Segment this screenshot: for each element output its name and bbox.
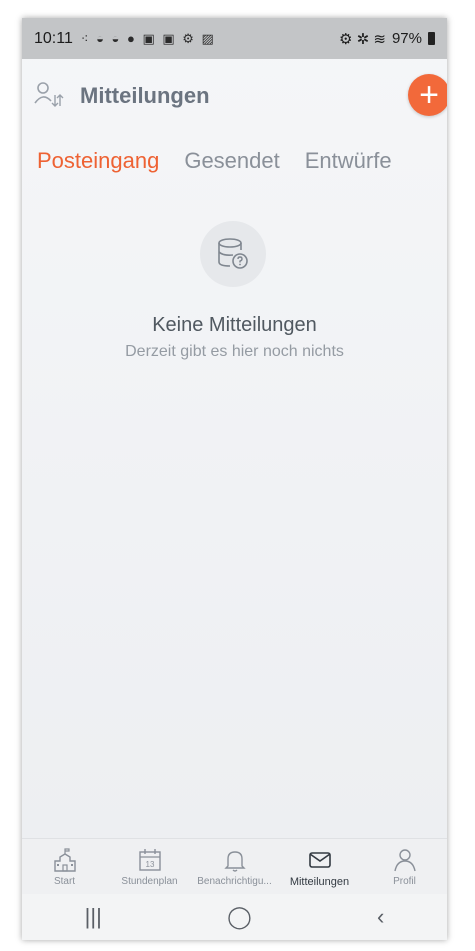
status-time: 10:11 — [34, 29, 73, 47]
database-question-icon — [218, 238, 248, 269]
nav-label-profile: Profil — [393, 876, 416, 887]
person-icon — [393, 849, 416, 872]
notification-icons: ⁖ ◒ ◒ ● ▣ ▣ ⚙ ▨ — [80, 30, 216, 46]
empty-state-subtitle: Derzeit gibt es hier noch nichts — [125, 343, 344, 360]
message-tabs: Posteingang Gesendet Entwürfe — [37, 148, 392, 174]
status-bar: 10:11 ⁖ ◒ ◒ ● ▣ ▣ ⚙ ▨ ⚙ ✲ ≋ 97% — [22, 18, 447, 59]
system-navigation-bar: ||| ◯ ‹ — [22, 894, 447, 940]
plus-icon: + — [419, 76, 439, 114]
battery-icon — [428, 32, 435, 45]
tab-inbox[interactable]: Posteingang — [37, 148, 159, 174]
battery-level: 97% — [391, 30, 422, 47]
calendar-icon: 13 — [138, 849, 161, 871]
envelope-icon — [308, 852, 331, 868]
tab-sent[interactable]: Gesendet — [184, 148, 279, 174]
bell-icon — [223, 851, 246, 872]
home-button[interactable]: ◯ — [227, 904, 252, 930]
user-switch-icon[interactable] — [34, 81, 64, 109]
nav-notifications[interactable]: Benachrichtigu... — [192, 839, 277, 895]
nav-label-notifications: Benachrichtigu... — [197, 876, 272, 887]
school-icon — [53, 848, 76, 872]
back-button[interactable]: ‹ — [377, 904, 384, 930]
phone-screen: 10:11 ⁖ ◒ ◒ ● ▣ ▣ ⚙ ▨ ⚙ ✲ ≋ 97% Mitteilu… — [22, 18, 447, 940]
recents-button[interactable]: ||| — [85, 904, 102, 930]
system-icons: ⚙ ✲ ≋ — [339, 30, 386, 48]
nav-messages[interactable]: Mitteilungen — [277, 839, 362, 895]
nav-label-start: Start — [53, 876, 76, 887]
nav-start[interactable]: Start — [22, 839, 107, 895]
page-title: Mitteilungen — [80, 83, 210, 108]
system-status: ⚙ ✲ ≋ 97% — [339, 30, 435, 48]
nav-label-messages: Mitteilungen — [289, 876, 350, 888]
tab-drafts[interactable]: Entwürfe — [305, 148, 392, 174]
bottom-navigation: Start 13 Stundenplan Benachrichtigu... M… — [22, 838, 447, 895]
calendar-day: 13 — [145, 860, 154, 869]
empty-state-title: Keine Mitteilungen — [152, 314, 317, 336]
empty-state-icon — [200, 221, 266, 287]
nav-profile[interactable]: Profil — [362, 839, 447, 895]
nav-timetable[interactable]: 13 Stundenplan — [107, 839, 192, 895]
add-message-button[interactable]: + — [408, 74, 447, 116]
app-header: Mitteilungen — [22, 59, 447, 127]
nav-label-timetable: Stundenplan — [121, 876, 178, 887]
